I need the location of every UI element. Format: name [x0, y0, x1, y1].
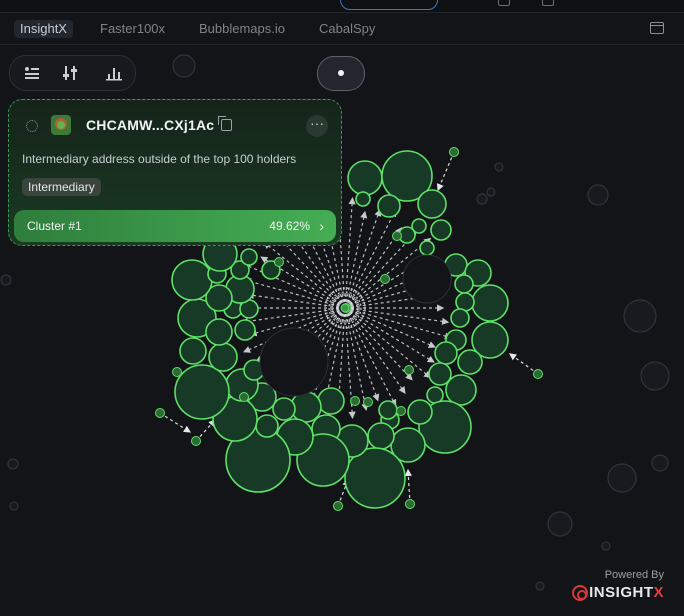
- small-holder-dot: [533, 369, 543, 379]
- holder-bubble: [205, 318, 233, 346]
- brand-name: INSIGHTX: [589, 584, 664, 601]
- cluster-percent: 49.62%: [269, 219, 310, 233]
- holder-bubble: [367, 422, 395, 450]
- background-bubble: [9, 501, 19, 511]
- small-holder-dot: [155, 408, 165, 418]
- small-holder-dot: [380, 274, 390, 284]
- cluster-button[interactable]: Cluster #1 49.62% ›: [14, 210, 336, 242]
- holder-bubble: [317, 387, 345, 415]
- holder-description: Intermediary address outside of the top …: [22, 152, 297, 166]
- holder-bubble: [355, 191, 371, 207]
- intermediary-tag: Intermediary: [22, 178, 101, 196]
- transfer-link: [509, 353, 539, 375]
- background-bubble: [601, 541, 611, 551]
- holder-bubble: [208, 342, 238, 372]
- holder-bubble: [272, 397, 296, 421]
- brand-x-text: X: [653, 584, 664, 601]
- center-dot-toggle[interactable]: [317, 56, 365, 91]
- holder-bubble: [171, 259, 213, 301]
- insightx-logo-icon: [572, 585, 588, 601]
- copy-icon[interactable]: [218, 116, 232, 131]
- dot-icon: [338, 70, 344, 76]
- holder-bubble: [430, 219, 452, 241]
- holder-bubble: [457, 349, 483, 375]
- chart-bars-icon[interactable]: [102, 62, 126, 84]
- holder-bubble: [454, 274, 474, 294]
- more-options-button[interactable]: ···: [306, 115, 328, 137]
- holder-bubble: [255, 414, 279, 438]
- holder-bubble: [240, 248, 258, 266]
- background-bubble: [494, 162, 504, 172]
- holder-bubble: [407, 399, 433, 425]
- background-bubble: [0, 274, 12, 286]
- holder-bubble: [347, 160, 383, 196]
- holder-bubble: [234, 319, 256, 341]
- background-bubble: [651, 454, 669, 472]
- powered-by-label: Powered By: [604, 569, 664, 581]
- small-holder-dot: [239, 392, 249, 402]
- avatar: [51, 115, 71, 135]
- transfer-link: [437, 151, 455, 192]
- holder-bubble: [445, 374, 477, 406]
- transfer-link: [344, 307, 436, 348]
- wallet-address[interactable]: CHCAMW...CXj1Ac: [86, 117, 214, 133]
- hub-center: [340, 303, 350, 313]
- map-toolbar: [9, 55, 136, 91]
- background-bubble: [7, 458, 19, 470]
- background-bubble: [172, 54, 196, 78]
- background-bubble: [587, 184, 609, 206]
- background-bubble: [535, 581, 545, 591]
- small-holder-dot: [405, 499, 415, 509]
- holder-bubble: [179, 337, 207, 365]
- loading-icon: [26, 120, 38, 132]
- holder-bubble: [434, 341, 458, 365]
- transfer-link: [159, 412, 192, 433]
- small-holder-dot: [350, 396, 360, 406]
- small-holder-dot: [333, 501, 343, 511]
- chevron-right-icon: ›: [319, 218, 324, 234]
- small-holder-dot: [363, 397, 373, 407]
- background-bubble: [476, 193, 488, 205]
- background-bubble: [547, 511, 573, 537]
- holder-bubble: [378, 400, 398, 420]
- holder-bubble: [419, 240, 435, 256]
- holder-bubble: [377, 194, 401, 218]
- empty-bubble: [259, 327, 329, 397]
- holder-info-card: CHCAMW...CXj1Ac ··· Intermediary address…: [8, 99, 342, 246]
- sliders-icon[interactable]: [58, 62, 82, 84]
- transfer-link: [344, 307, 413, 381]
- small-holder-dot: [274, 257, 284, 267]
- small-holder-dot: [191, 436, 201, 446]
- holder-bubble: [471, 284, 509, 322]
- bubble-map: [0, 54, 670, 591]
- background-bubble: [623, 299, 657, 333]
- cluster-label: Cluster #1: [27, 219, 82, 233]
- brand-main-text: INSIGHT: [589, 584, 654, 601]
- background-bubble: [486, 187, 496, 197]
- holder-bubble: [417, 189, 447, 219]
- empty-bubble: [402, 254, 452, 304]
- holder-bubble: [174, 364, 230, 420]
- transfer-link: [404, 468, 412, 505]
- small-holder-dot: [449, 147, 459, 157]
- holder-bubble: [450, 308, 470, 328]
- background-bubble: [640, 361, 670, 391]
- small-holder-dot: [396, 406, 406, 416]
- small-holder-dot: [392, 231, 402, 241]
- background-bubble: [607, 463, 637, 493]
- transfer-link: [344, 209, 397, 309]
- small-holder-dot: [404, 365, 414, 375]
- small-holder-dot: [172, 367, 182, 377]
- list-filter-icon[interactable]: [20, 62, 44, 84]
